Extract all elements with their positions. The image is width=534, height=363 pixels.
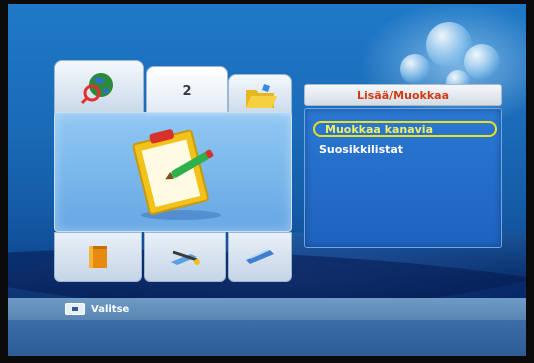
tab-settings[interactable] — [228, 232, 292, 282]
book-icon — [89, 246, 107, 268]
submenu-title: Lisää/Muokkaa — [304, 84, 502, 106]
menu-content-area — [54, 112, 292, 232]
bottom-band — [8, 320, 526, 356]
submenu-item-edit-channels[interactable]: Muokkaa kanavia — [313, 121, 497, 137]
tab-channel-search[interactable] — [54, 60, 144, 114]
tools-icon — [171, 250, 200, 265]
remote-icon — [246, 249, 274, 264]
globe-search-icon — [80, 73, 113, 105]
help-select-label: Valitse — [91, 303, 130, 315]
tab-tools[interactable] — [144, 232, 226, 282]
main-menu-panel: 2 — [46, 56, 292, 282]
submenu-item-favorites[interactable]: Suosikkilistat — [319, 141, 403, 157]
tab-number[interactable]: 2 — [146, 66, 228, 116]
submenu-list: Muokkaa kanavia Suosikkilistat — [304, 108, 502, 248]
clipboard-edit-icon — [132, 129, 221, 220]
key-button-icon — [65, 303, 85, 315]
tab-number-label: 2 — [182, 83, 192, 99]
help-bar: Valitse — [8, 298, 526, 320]
folder-open-icon — [246, 84, 277, 108]
bottom-tabs — [54, 232, 292, 282]
tab-guide[interactable] — [54, 232, 142, 282]
tab-media[interactable] — [228, 74, 292, 116]
